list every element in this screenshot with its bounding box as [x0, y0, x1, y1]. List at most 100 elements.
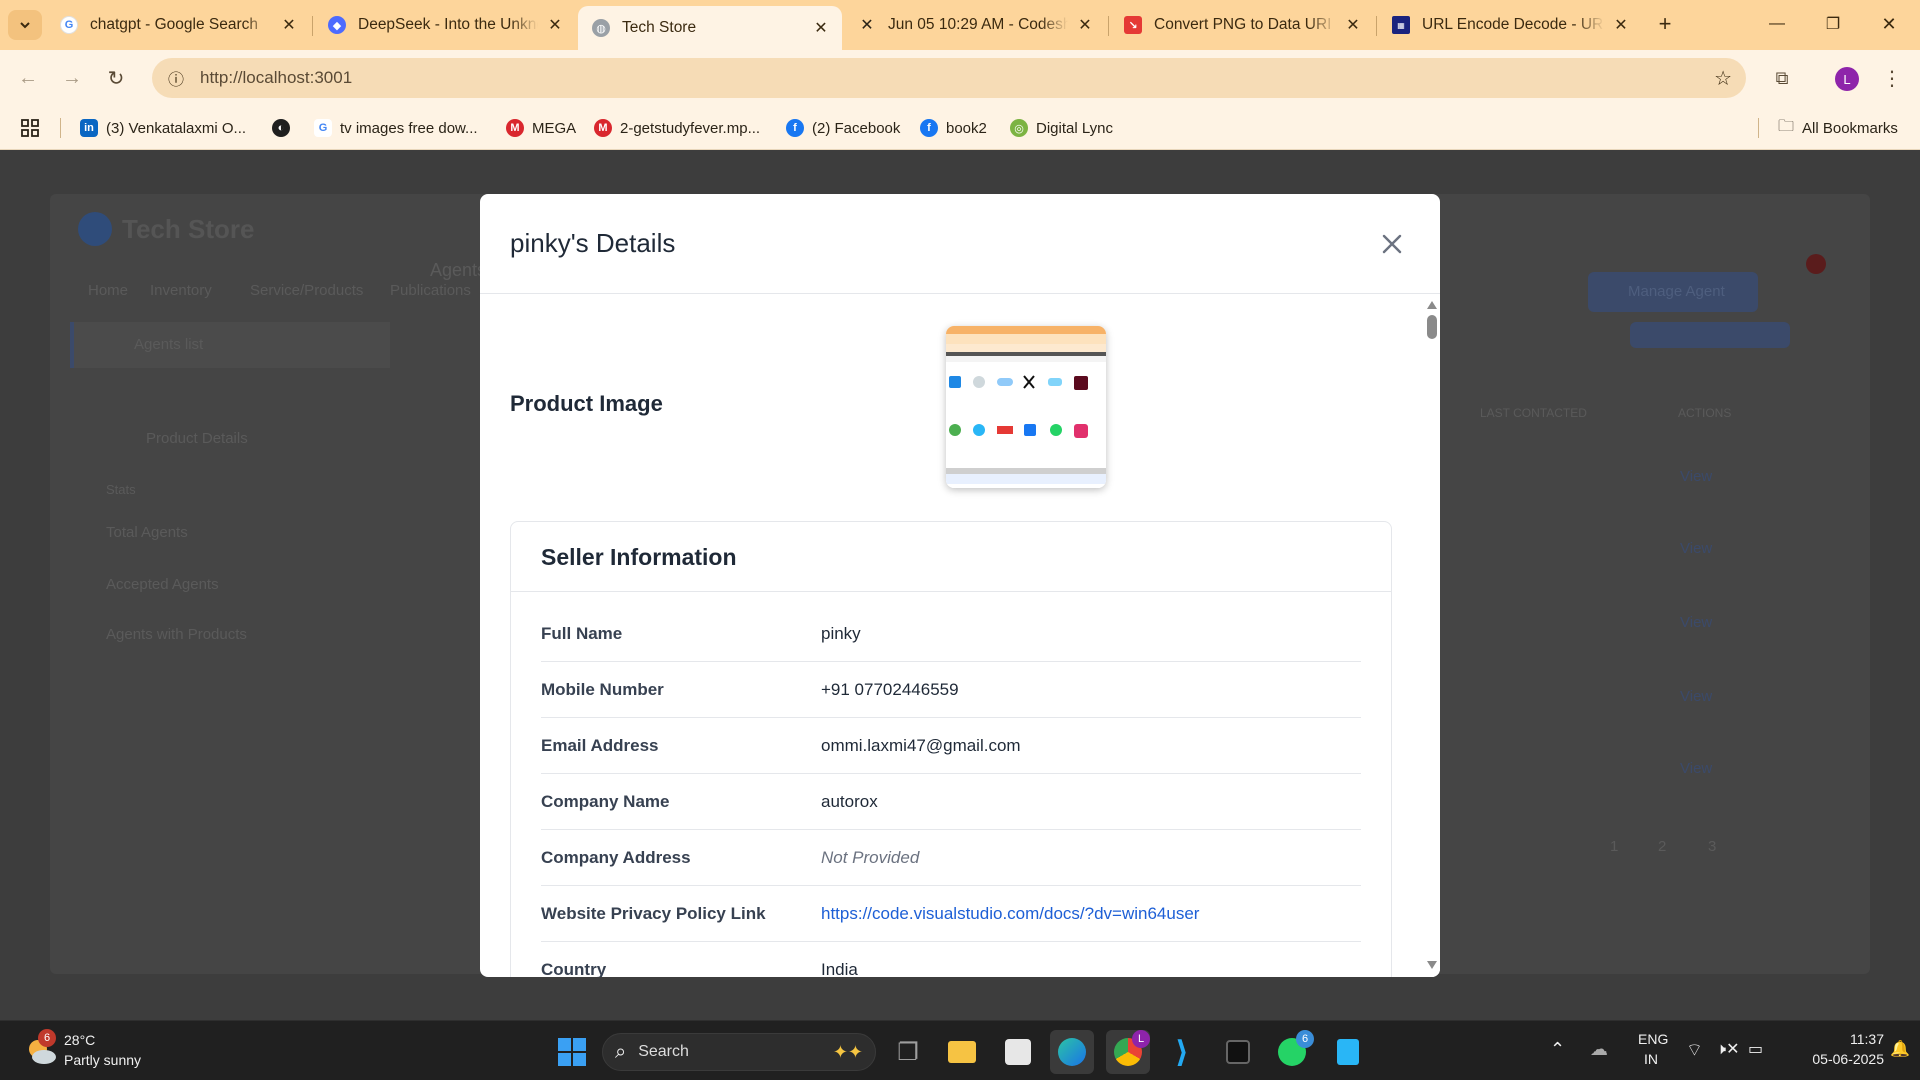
- forward-button[interactable]: →: [54, 60, 90, 96]
- modal-close-button[interactable]: [1374, 226, 1410, 262]
- bookmark-facebook[interactable]: f (2) Facebook: [786, 116, 900, 140]
- close-window-button[interactable]: ✕: [1866, 8, 1912, 40]
- tab-tech-store[interactable]: ◍ Tech Store ✕: [578, 6, 842, 50]
- tab-codeshare[interactable]: ✕ Jun 05 10:29 AM - Codeshare ✕: [844, 6, 1106, 44]
- sidebar-item-product-details[interactable]: Product Details: [146, 430, 248, 447]
- nav-publications[interactable]: Publications: [390, 282, 471, 299]
- show-hidden-icons-chevron-icon[interactable]: ⌃: [1550, 1039, 1565, 1060]
- row-view-link[interactable]: View: [1680, 540, 1712, 557]
- tab-search-button[interactable]: [8, 10, 42, 40]
- modal-scrollbar[interactable]: [1424, 295, 1440, 977]
- restore-button[interactable]: ❐: [1810, 8, 1856, 40]
- seller-details-modal: pinky's Details Product Image Seller Inf…: [480, 194, 1440, 977]
- pagination-page[interactable]: 3: [1708, 838, 1716, 855]
- bookmark-star-icon[interactable]: ☆: [1714, 66, 1732, 91]
- tab-url-encode[interactable]: ▦ URL Encode Decode - URL Percent ✕: [1378, 6, 1642, 44]
- address-bar[interactable]: ⓘ http://localhost:3001 ☆: [152, 58, 1746, 98]
- bookmark-digital-lync[interactable]: ◎ Digital Lync: [1010, 116, 1113, 140]
- notepad-app[interactable]: [1326, 1030, 1370, 1074]
- tab-google-search[interactable]: G chatgpt - Google Search ✕: [46, 6, 310, 44]
- secondary-button[interactable]: [1630, 322, 1790, 348]
- ms-store-app[interactable]: [996, 1030, 1040, 1074]
- bookmark-getstudyfever[interactable]: M 2-getstudyfever.mp...: [594, 116, 760, 140]
- tab-separator: [1108, 16, 1109, 36]
- whatsapp-app[interactable]: 6: [1270, 1030, 1314, 1074]
- lang-top[interactable]: ENG: [1638, 1031, 1668, 1047]
- modal-body: Product Image Seller Information Full Na…: [480, 295, 1424, 977]
- lang-bottom[interactable]: IN: [1644, 1051, 1658, 1067]
- sidebar-item-agents[interactable]: Agents list: [70, 322, 390, 368]
- bookmark-book2[interactable]: f book2: [920, 116, 987, 140]
- facebook-icon: f: [920, 119, 938, 137]
- row-view-link[interactable]: View: [1680, 688, 1712, 705]
- tab-separator: [312, 16, 313, 36]
- start-button[interactable]: [550, 1030, 594, 1074]
- minimize-button[interactable]: —: [1754, 8, 1800, 40]
- chrome-profile-badge: L: [1132, 1030, 1150, 1048]
- vscode-app[interactable]: ⟩: [1160, 1030, 1204, 1074]
- volume-muted-icon[interactable]: 🕨✕: [1716, 1039, 1740, 1059]
- bookmarks-bar: in (3) Venkatalaxmi O... ◐ G tv images f…: [0, 106, 1920, 150]
- pagination-page[interactable]: 2: [1658, 838, 1666, 855]
- new-tab-button[interactable]: +: [1642, 8, 1688, 40]
- battery-icon[interactable]: ▭: [1748, 1039, 1763, 1059]
- wifi-icon[interactable]: ⌔: [1686, 1039, 1703, 1062]
- taskbar-search[interactable]: ⌕ Search ✦✦: [602, 1033, 876, 1071]
- file-explorer-app[interactable]: [940, 1030, 984, 1074]
- close-tab-icon[interactable]: ✕: [1612, 15, 1630, 35]
- url-text[interactable]: http://localhost:3001: [200, 68, 352, 88]
- clock-time[interactable]: 11:37: [1800, 1031, 1884, 1047]
- field-row-full-name: Full Name pinky: [541, 606, 1361, 662]
- close-tab-icon[interactable]: ✕: [546, 15, 564, 35]
- pagination-page[interactable]: 1: [1610, 838, 1618, 855]
- field-value: pinky: [821, 624, 861, 643]
- notifications-icon[interactable]: 🔔: [1890, 1039, 1910, 1059]
- close-icon: ✕: [1881, 13, 1897, 34]
- product-image[interactable]: [946, 326, 1106, 488]
- windows-logo-icon: [558, 1038, 586, 1066]
- tab-png-converter[interactable]: ↘ Convert PNG to Data URI - Online ✕: [1110, 6, 1374, 44]
- field-label: Company Name: [541, 792, 670, 811]
- task-view-button[interactable]: ❐: [886, 1030, 930, 1074]
- weather-widget[interactable]: 6: [24, 1029, 60, 1069]
- reload-button[interactable]: ↻: [98, 60, 134, 96]
- field-label: Mobile Number: [541, 680, 664, 699]
- terminal-app[interactable]: [1216, 1030, 1260, 1074]
- manage-agent-button[interactable]: Manage Agent: [1588, 272, 1758, 312]
- whatsapp-badge: 6: [1296, 1030, 1314, 1048]
- site-info-icon[interactable]: ⓘ: [156, 66, 196, 90]
- row-view-link[interactable]: View: [1680, 614, 1712, 631]
- extensions-button[interactable]: ⧉: [1764, 60, 1800, 96]
- chrome-app[interactable]: L: [1106, 1030, 1150, 1074]
- onedrive-off-icon[interactable]: ☁: [1590, 1039, 1608, 1060]
- bookmark-linkedin[interactable]: in (3) Venkatalaxmi O...: [80, 116, 246, 140]
- nav-services[interactable]: Service/Products: [250, 282, 363, 299]
- edge-app[interactable]: [1050, 1030, 1094, 1074]
- brand-logo-icon: [78, 212, 112, 246]
- privacy-policy-link[interactable]: https://code.visualstudio.com/docs/?dv=w…: [821, 904, 1199, 924]
- menu-button[interactable]: ⋮: [1874, 60, 1910, 96]
- all-bookmarks-button[interactable]: 🗀 All Bookmarks: [1778, 116, 1898, 140]
- row-view-link[interactable]: View: [1680, 760, 1712, 777]
- scroll-up-icon[interactable]: [1427, 301, 1437, 309]
- apps-button[interactable]: [20, 116, 40, 140]
- close-tab-icon[interactable]: ✕: [812, 18, 830, 38]
- mega-icon: M: [594, 119, 612, 137]
- modal-header: pinky's Details: [480, 194, 1440, 294]
- clock-date[interactable]: 05-06-2025: [1786, 1051, 1884, 1067]
- close-tab-icon[interactable]: ✕: [1344, 15, 1362, 35]
- scroll-down-icon[interactable]: [1427, 961, 1437, 969]
- terminal-icon: [1226, 1040, 1250, 1064]
- scrollbar-thumb[interactable]: [1427, 315, 1437, 339]
- bookmark-tv-images[interactable]: G tv images free dow...: [314, 116, 478, 140]
- nav-inventory[interactable]: Inventory: [150, 282, 212, 299]
- close-tab-icon[interactable]: ✕: [280, 15, 298, 35]
- tab-deepseek[interactable]: ◆ DeepSeek - Into the Unknown ✕: [314, 6, 576, 44]
- nav-home[interactable]: Home: [88, 282, 128, 299]
- bookmark-mega[interactable]: M MEGA: [506, 116, 576, 140]
- row-view-link[interactable]: View: [1680, 468, 1712, 485]
- close-tab-icon[interactable]: ✕: [1076, 15, 1094, 35]
- bookmark-globe[interactable]: ◐: [272, 116, 298, 140]
- back-button[interactable]: ←: [10, 60, 46, 96]
- profile-avatar[interactable]: L: [1835, 67, 1859, 91]
